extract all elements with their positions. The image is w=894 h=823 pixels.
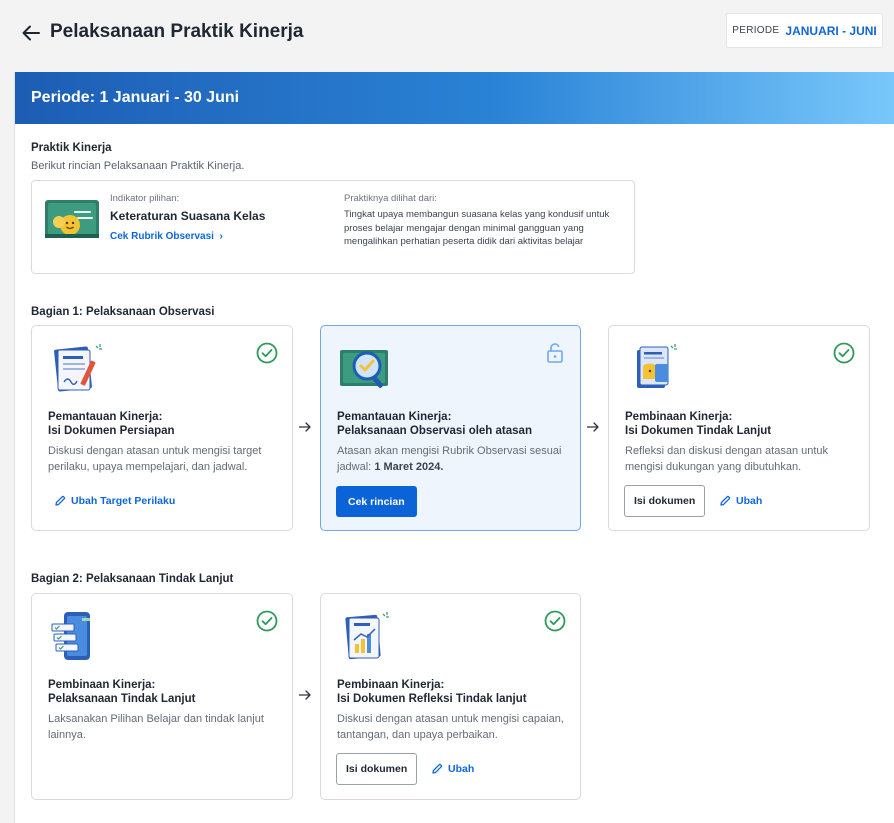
praktik-subtitle: Berikut rincian Pelaksanaan Praktik Kine… — [31, 160, 245, 172]
card-dokumen-refleksi: Pembinaan Kinerja: Isi Dokumen Refleksi … — [320, 593, 581, 800]
card-dokumen-persiapan: Pemantauan Kinerja: Isi Dokumen Persiapa… — [31, 325, 293, 531]
card-description: Refleksi dan diskusi dengan atasan untuk… — [625, 445, 829, 473]
page-title: Pelaksanaan Praktik Kinerja — [50, 21, 304, 42]
magnifier-check-icon — [340, 350, 388, 388]
pencil-icon — [720, 495, 731, 506]
card-title-line: Pembinaan Kinerja: Isi Dokumen Tindak La… — [625, 411, 772, 437]
cek-rincian-button[interactable]: Cek rincian — [336, 486, 417, 517]
card-title-line: Pembinaan Kinerja: Pelaksanaan Tindak La… — [48, 679, 196, 705]
unlock-icon — [547, 343, 563, 363]
periode-selector-button[interactable]: PERIODE JANUARI - JUNI — [726, 13, 883, 48]
ubah-link[interactable]: Ubah — [719, 495, 762, 507]
card-title: Pemantauan Kinerja: Pelaksanaan Observas… — [337, 410, 577, 438]
pencil-icon — [432, 763, 443, 774]
isi-dokumen-button[interactable]: Isi dokumen — [624, 485, 706, 517]
back-arrow-icon[interactable] — [20, 22, 42, 44]
ubah-label: Ubah — [448, 763, 475, 775]
card-title-line: Pembinaan Kinerja: Isi Dokumen Refleksi … — [337, 679, 527, 705]
periode-banner: Periode: 1 Januari - 30 Juni — [15, 72, 894, 124]
periode-label: PERIODE — [732, 25, 780, 36]
card-description: Diskusi dengan atasan untuk mengisi targ… — [48, 445, 262, 473]
card-desc-date: 1 Maret 2024. — [374, 461, 444, 473]
banner-text: Periode: 1 Januari - 30 Juni — [31, 89, 240, 106]
card-dokumen-tindak-lanjut: Pembinaan Kinerja: Isi Dokumen Tindak La… — [608, 325, 870, 531]
classroom-illustration-icon — [45, 200, 99, 238]
card-description: Diskusi dengan atasan untuk mengisi capa… — [337, 713, 564, 741]
card-title: Pembinaan Kinerja: Isi Dokumen Tindak La… — [625, 410, 865, 438]
pencil-icon — [55, 495, 66, 506]
card-title: Pemantauan Kinerja: Isi Dokumen Persiapa… — [48, 410, 288, 438]
card-title-line: Pemantauan Kinerja: Pelaksanaan Observas… — [337, 411, 532, 437]
chevron-right-icon: › — [216, 231, 223, 242]
seen-caption: Praktiknya dilihat dari: — [344, 193, 437, 204]
ubah-link[interactable]: Ubah — [431, 763, 474, 775]
card-desc-text: Atasan akan mengisi Rubrik Observasi ses… — [337, 445, 562, 473]
seen-description: Tingkat upaya membangun suasana kelas ya… — [344, 209, 610, 247]
phone-checklist-icon — [51, 612, 90, 660]
indicator-caption: Indikator pilihan: — [110, 193, 180, 204]
check-circle-icon — [544, 610, 566, 632]
card-title-line: Pemantauan Kinerja: Isi Dokumen Persiapa… — [48, 411, 175, 437]
ubah-label: Ubah — [736, 495, 763, 507]
isi-dokumen-button[interactable]: Isi dokumen — [336, 753, 418, 785]
card-pelaksanaan-tindak-lanjut: Pembinaan Kinerja: Pelaksanaan Tindak La… — [31, 593, 293, 800]
cek-rubrik-link[interactable]: Cek Rubrik Observasi › — [110, 231, 223, 242]
arrow-right-icon — [586, 422, 599, 432]
check-circle-icon — [256, 610, 278, 632]
document-chart-icon — [345, 612, 389, 660]
ubah-target-perilaku-link[interactable]: Ubah Target Perilaku — [54, 495, 175, 507]
main-panel: Periode: 1 Januari - 30 Juni Praktik Kin… — [14, 72, 894, 823]
bagian2-title: Bagian 2: Pelaksanaan Tindak Lanjut — [31, 573, 234, 585]
indicator-box: Indikator pilihan: Keteraturan Suasana K… — [31, 180, 635, 274]
card-pelaksanaan-observasi: Pemantauan Kinerja: Pelaksanaan Observas… — [320, 325, 581, 531]
card-description: Laksanakan Pilihan Belajar dan tindak la… — [48, 713, 264, 741]
check-circle-icon — [256, 342, 278, 364]
document-pen-icon — [54, 344, 102, 392]
bagian1-title: Bagian 1: Pelaksanaan Observasi — [31, 306, 215, 318]
card-title: Pembinaan Kinerja: Pelaksanaan Tindak La… — [48, 678, 288, 706]
arrow-right-icon — [298, 422, 311, 432]
document-face-icon — [637, 344, 677, 388]
top-bar: Pelaksanaan Praktik Kinerja PERIODE JANU… — [0, 0, 894, 68]
card-title: Pembinaan Kinerja: Isi Dokumen Refleksi … — [337, 678, 577, 706]
indicator-name: Keteraturan Suasana Kelas — [110, 209, 266, 223]
ubah-target-label: Ubah Target Perilaku — [71, 495, 176, 507]
card-description: Atasan akan mengisi Rubrik Observasi ses… — [337, 443, 575, 475]
periode-value: JANUARI - JUNI — [785, 23, 877, 38]
arrow-right-icon — [298, 690, 311, 700]
praktik-title: Praktik Kinerja — [31, 142, 112, 154]
check-circle-icon — [833, 342, 855, 364]
cek-rubrik-label: Cek Rubrik Observasi — [110, 231, 214, 242]
